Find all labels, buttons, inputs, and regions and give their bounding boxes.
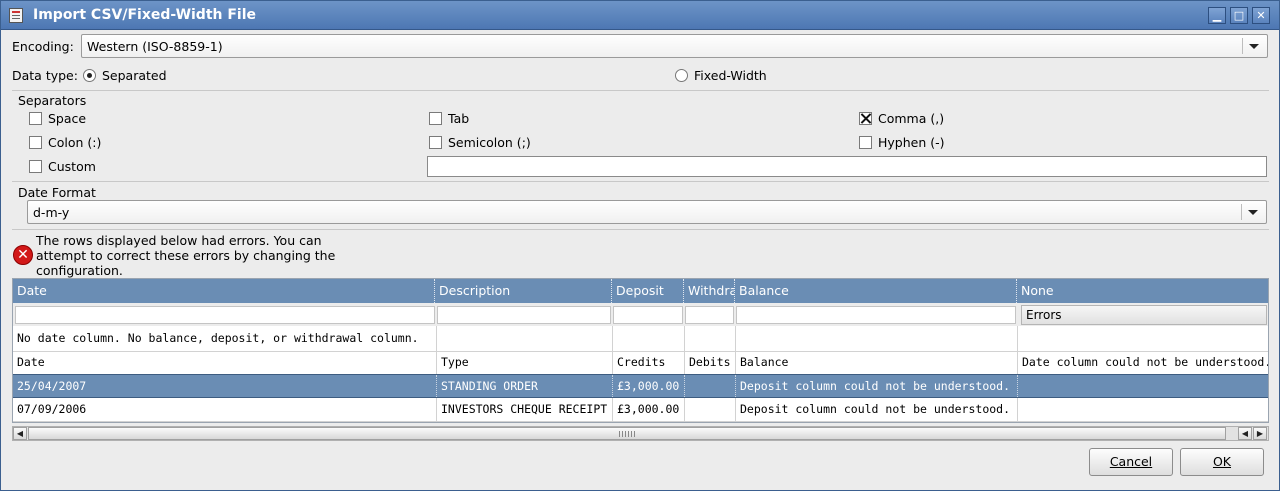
scrollbar-thumb[interactable] <box>28 427 1226 440</box>
column-header-date[interactable]: Date <box>13 279 435 303</box>
grip-icon <box>619 431 637 437</box>
custom-label[interactable]: Custom <box>48 159 96 174</box>
custom-separator-input[interactable] <box>427 156 1267 177</box>
column-header-withdrawal[interactable]: Withdrawal <box>684 279 735 303</box>
comma-label[interactable]: Comma (,) <box>878 111 944 126</box>
divider <box>12 229 1269 230</box>
hyphen-label[interactable]: Hyphen (-) <box>878 135 945 150</box>
grid-cell <box>736 326 1018 351</box>
error-cell <box>1018 398 1268 421</box>
semicolon-label[interactable]: Semicolon (;) <box>448 135 531 150</box>
separated-radio[interactable] <box>83 69 96 82</box>
grid-cell: Type <box>437 352 613 374</box>
separated-label[interactable]: Separated <box>102 68 167 83</box>
balance-cell: Deposit column could not be understood. <box>736 398 1018 421</box>
column-option-withdrawal[interactable] <box>685 306 734 324</box>
divider <box>12 181 1269 182</box>
scroll-right-button[interactable]: ▶ <box>1253 427 1267 440</box>
grid-cell <box>613 326 685 351</box>
grid-cell <box>437 326 613 351</box>
debit-cell <box>685 398 736 421</box>
scroll-left-button[interactable]: ◀ <box>13 427 27 440</box>
combo-separator <box>1242 38 1243 54</box>
grid-cell: Debits <box>685 352 736 374</box>
column-header-description[interactable]: Description <box>435 279 612 303</box>
column-options-row: Errors <box>13 303 1268 326</box>
tab-label[interactable]: Tab <box>448 111 469 126</box>
date-cell: 07/09/2006 <box>13 398 437 421</box>
column-option-date[interactable] <box>15 306 435 324</box>
encoding-value: Western (ISO-8859-1) <box>87 39 223 54</box>
semicolon-checkbox[interactable] <box>429 136 442 149</box>
space-label[interactable]: Space <box>48 111 86 126</box>
custom-checkbox[interactable] <box>29 160 42 173</box>
grid-header: Date Description Deposit Withdrawal Bala… <box>13 279 1268 303</box>
date-format-label: Date Format <box>18 185 96 200</box>
chevron-down-icon <box>1248 210 1258 215</box>
column-option-deposit[interactable] <box>613 306 683 324</box>
date-format-combo[interactable]: d-m-y <box>27 200 1267 224</box>
fixed-width-radio[interactable] <box>675 69 688 82</box>
column-header-balance[interactable]: Balance <box>735 279 1017 303</box>
warning-row: No date column. No balance, deposit, or … <box>13 326 1268 351</box>
errors-header: Errors <box>1021 305 1267 325</box>
type-cell: INVESTORS CHEQUE RECEIPT <box>437 398 613 421</box>
error-message: The rows displayed below had errors. You… <box>36 233 336 278</box>
column-option-balance[interactable] <box>736 306 1016 324</box>
column-header-deposit[interactable]: Deposit <box>612 279 684 303</box>
grid-cell: Balance <box>736 352 1018 374</box>
colon-checkbox[interactable] <box>29 136 42 149</box>
data-type-label: Data type: <box>12 68 78 83</box>
encoding-combo[interactable]: Western (ISO-8859-1) <box>81 34 1268 58</box>
minimize-button[interactable]: ▁ <box>1208 7 1226 24</box>
grid-cell <box>685 326 736 351</box>
type-cell: STANDING ORDER <box>437 375 613 397</box>
window-title: Import CSV/Fixed-Width File <box>33 7 257 23</box>
space-checkbox[interactable] <box>29 112 42 125</box>
comma-checkbox[interactable] <box>859 112 872 125</box>
horizontal-scrollbar[interactable]: ◀ ◀ ▶ <box>12 426 1269 441</box>
table-row-selected[interactable]: 25/04/2007 STANDING ORDER £3,000.00 Depo… <box>13 374 1268 398</box>
column-header-none[interactable]: None <box>1017 279 1268 303</box>
column-option-description[interactable] <box>437 306 611 324</box>
grid-cell <box>1018 326 1268 351</box>
close-button[interactable]: ✕ <box>1252 7 1270 24</box>
error-icon: ✕ <box>13 245 33 265</box>
encoding-label: Encoding: <box>12 39 74 54</box>
grid-cell: Credits <box>613 352 685 374</box>
divider <box>12 90 1269 91</box>
chevron-down-icon <box>1249 44 1259 49</box>
app-icon <box>9 8 23 23</box>
table-row[interactable]: 07/09/2006 INVESTORS CHEQUE RECEIPT £3,0… <box>13 398 1268 422</box>
cancel-button[interactable]: Cancel <box>1089 448 1173 476</box>
colon-label[interactable]: Colon (:) <box>48 135 101 150</box>
table-row[interactable]: Date Type Credits Debits Balance Date co… <box>13 351 1269 374</box>
error-cell <box>1018 375 1268 397</box>
hyphen-checkbox[interactable] <box>859 136 872 149</box>
ok-button[interactable]: OK <box>1180 448 1264 476</box>
grid-cell: Date <box>13 352 437 374</box>
fixed-width-label[interactable]: Fixed-Width <box>694 68 767 83</box>
separators-heading: Separators <box>18 93 87 108</box>
maximize-button[interactable]: □ <box>1230 7 1248 24</box>
tab-checkbox[interactable] <box>429 112 442 125</box>
title-bar[interactable]: Import CSV/Fixed-Width File ▁ □ ✕ <box>1 1 1279 30</box>
balance-cell: Deposit column could not be understood. <box>736 375 1018 397</box>
combo-separator <box>1241 204 1242 220</box>
credit-cell: £3,000.00 <box>613 398 685 421</box>
date-format-value: d-m-y <box>33 205 70 220</box>
credit-cell: £3,000.00 <box>613 375 685 397</box>
grid-cell: Date column could not be understood. <box>1022 355 1269 369</box>
warning-cell: No date column. No balance, deposit, or … <box>13 326 437 351</box>
import-csv-dialog: Import CSV/Fixed-Width File ▁ □ ✕ Encodi… <box>0 0 1280 491</box>
debit-cell <box>685 375 736 397</box>
date-cell: 25/04/2007 <box>13 375 437 397</box>
scroll-left-button-end[interactable]: ◀ <box>1238 427 1252 440</box>
preview-grid[interactable]: Date Description Deposit Withdrawal Bala… <box>12 278 1269 423</box>
